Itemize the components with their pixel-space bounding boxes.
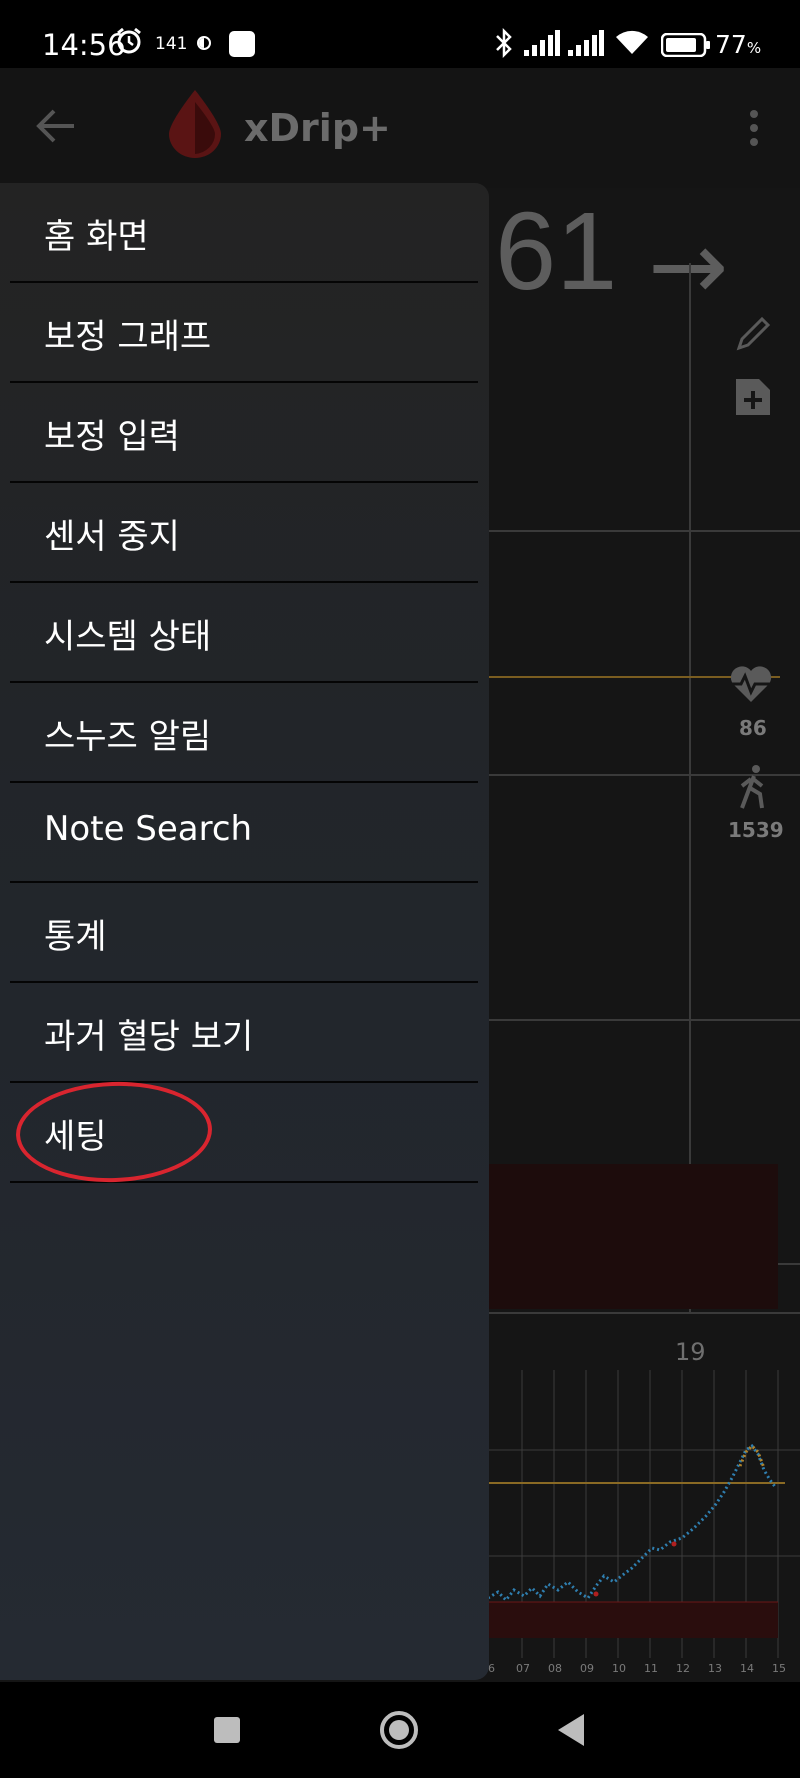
menu-item-snooze-alert[interactable]: 스누즈 알림	[10, 683, 478, 783]
preview-axis-label: 09	[580, 1662, 594, 1675]
preview-axis-label: 6	[488, 1662, 495, 1675]
signal-icon	[568, 30, 604, 56]
menu-item-label: 홈 화면	[44, 217, 149, 257]
menu-item-label: 센서 중지	[44, 517, 180, 557]
notification-count: 141	[155, 34, 188, 54]
menu-item-stop-sensor[interactable]: 센서 중지	[10, 483, 478, 583]
menu-item-system-status[interactable]: 시스템 상태	[10, 583, 478, 683]
menu-item-label: 통계	[44, 917, 107, 957]
pencil-icon[interactable]	[734, 313, 774, 353]
preview-chart: 6 07 08 09 10 11 12 13 14 15	[488, 1370, 800, 1682]
preview-axis-label: 08	[548, 1662, 562, 1675]
preview-low-point	[671, 1541, 677, 1547]
status-bar: 14:56 141 77%	[0, 0, 800, 68]
preview-axis-label: 13	[708, 1662, 722, 1675]
alarm-icon	[117, 27, 141, 54]
low-zone	[480, 1164, 778, 1309]
home-icon[interactable]	[379, 1710, 419, 1750]
step-count: 1539	[728, 818, 784, 842]
add-note-icon[interactable]	[733, 376, 773, 418]
menu-item-label: 보정 그래프	[44, 317, 212, 357]
preview-axis-label: 15	[772, 1662, 786, 1675]
heart-rate-icon	[729, 666, 773, 702]
walking-icon	[740, 765, 764, 809]
menu-item-history[interactable]: 과거 혈당 보기	[10, 983, 478, 1083]
signal-icon	[524, 30, 560, 56]
preview-low-point	[593, 1591, 599, 1597]
heart-rate-value: 86	[739, 716, 767, 740]
menu-item-add-calibration[interactable]: 보정 입력	[10, 383, 478, 483]
menu-item-calibration-graph[interactable]: 보정 그래프	[10, 283, 478, 383]
preview-axis-label: 07	[516, 1662, 530, 1675]
menu-item-label: 스누즈 알림	[44, 717, 212, 757]
wifi-icon	[616, 30, 648, 54]
contrast-icon	[197, 36, 211, 50]
back-triangle-icon[interactable]	[556, 1712, 586, 1748]
battery-icon	[661, 33, 710, 57]
system-nav-bar	[0, 1682, 800, 1778]
preview-axis-label: 10	[612, 1662, 626, 1675]
menu-item-home[interactable]: 홈 화면	[10, 183, 478, 283]
menu-item-label: 과거 혈당 보기	[44, 1017, 254, 1057]
preview-low-zone	[488, 1602, 778, 1638]
menu-item-statistics[interactable]: 통계	[10, 883, 478, 983]
navigation-drawer: 홈 화면 보정 그래프 보정 입력 센서 중지 시스템 상태 스누즈 알림 No…	[0, 183, 489, 1680]
battery-level: 77%	[715, 30, 762, 59]
hour-axis-label: 19	[675, 1338, 706, 1366]
preview-axis-label: 11	[644, 1662, 658, 1675]
menu-item-label: 보정 입력	[44, 417, 180, 457]
menu-item-label: 시스템 상태	[44, 617, 212, 657]
preview-axis-label: 12	[676, 1662, 690, 1675]
menu-item-label: Note Search	[44, 809, 253, 849]
preview-axis-label: 14	[740, 1662, 754, 1675]
bluetooth-icon	[496, 28, 512, 58]
app-notification-icon	[229, 31, 255, 57]
recents-icon[interactable]	[214, 1717, 240, 1743]
menu-item-note-search[interactable]: Note Search	[10, 783, 478, 883]
